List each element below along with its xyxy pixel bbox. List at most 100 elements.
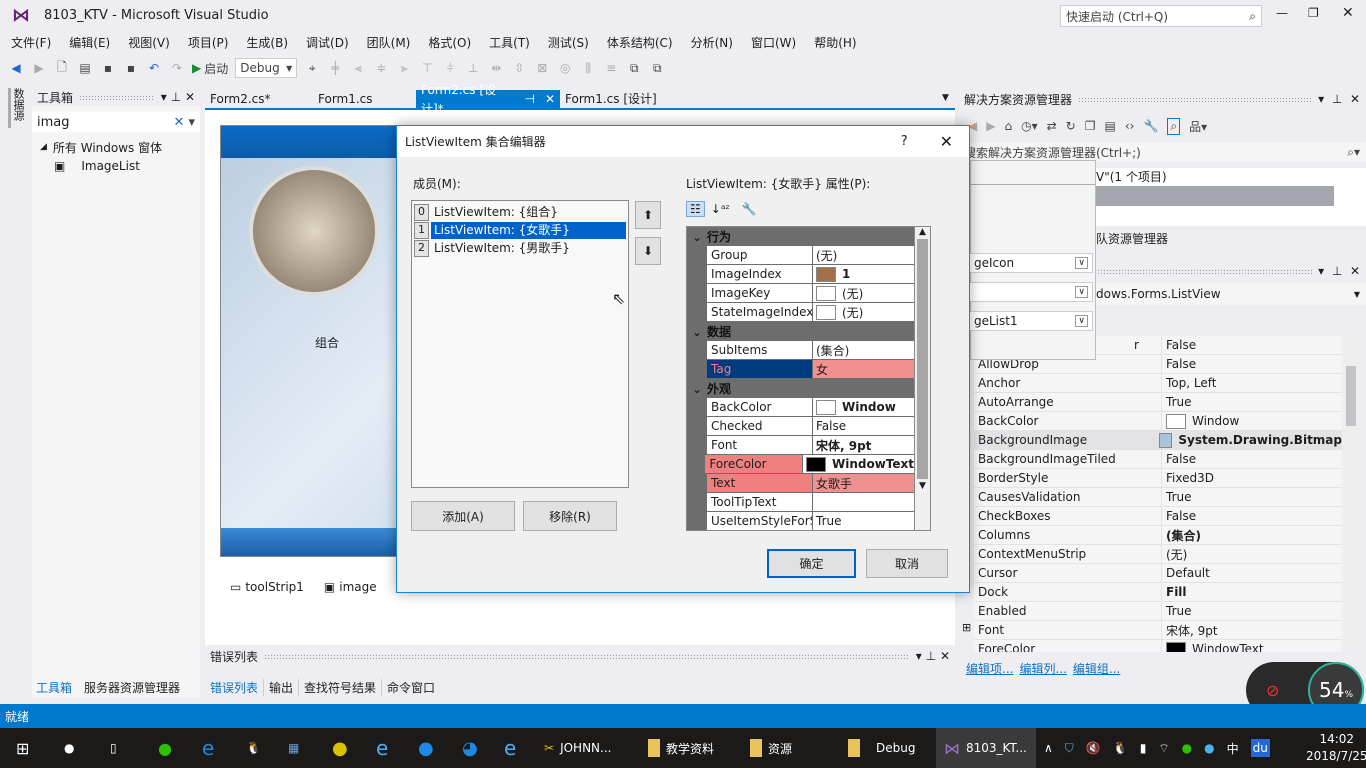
ime-indicator[interactable]: 中 [1227, 740, 1239, 757]
property-row[interactable]: Font 宋体, 9pt [974, 621, 1342, 640]
pin-icon[interactable]: ⊥ [1332, 264, 1342, 278]
dialog-property-row[interactable]: StateImageIndex (无) [687, 303, 914, 322]
property-scrollbar[interactable] [1344, 336, 1358, 652]
qq-app[interactable]: 🐧 [246, 728, 261, 768]
tab-server-explorer[interactable]: 服务器资源管理器 [84, 679, 180, 696]
wechat-tray-icon[interactable]: ● [1182, 741, 1192, 755]
dialog-close-button[interactable]: ✕ [940, 132, 953, 151]
battery-icon[interactable]: ▮ [1140, 741, 1147, 755]
toolbox-group[interactable]: ◢ 所有 Windows 窗体 [32, 138, 200, 156]
menu-test[interactable]: 测试(S) [539, 34, 598, 51]
add-button[interactable]: 添加(A) [411, 501, 515, 531]
bring-front-icon[interactable]: ⧉ [626, 60, 642, 76]
edge-app[interactable]: e [202, 728, 214, 768]
tab-form1-cs[interactable]: Form1.cs [313, 90, 378, 109]
pin-icon[interactable]: ⊥ [926, 649, 936, 663]
pin-icon[interactable]: ⊣ [524, 90, 534, 109]
app-8[interactable]: ● [418, 728, 434, 768]
property-row[interactable]: Dock Fill [974, 583, 1342, 602]
alphabetical-icon[interactable]: ↓ᵃᶻ [711, 202, 730, 216]
pin-icon[interactable]: ⊥ [171, 90, 181, 104]
dialog-property-row[interactable]: Tag 女 [687, 360, 914, 379]
align-center-icon[interactable]: ≑ [373, 60, 389, 76]
taskbar-item-vs[interactable]: ⋈ 8103_KT... [936, 728, 1036, 768]
property-value-cell[interactable]: Fill [1162, 585, 1187, 599]
dialog-property-row[interactable]: UseItemStyleForSubItemsTrue [687, 512, 914, 530]
property-value-cell[interactable]: Default [1162, 566, 1210, 580]
ie-app-2[interactable]: e [504, 728, 516, 768]
tray-imagelist[interactable]: ▣ image [324, 580, 377, 594]
app-9[interactable]: ◕ [462, 728, 478, 768]
start-button[interactable]: ▶ 启动 [192, 60, 228, 77]
dialog-property-row[interactable]: ToolTipText [687, 493, 914, 512]
category-header[interactable]: ⌄ 外观 [687, 379, 914, 398]
close-icon[interactable]: ✕ [185, 90, 195, 104]
size-grid-icon[interactable]: ◎ [557, 60, 573, 76]
start-button[interactable]: ⊞ [16, 728, 29, 768]
property-value-cell[interactable]: WindowText [1162, 641, 1264, 652]
undo-icon[interactable]: ↶ [146, 60, 162, 76]
menu-tools[interactable]: 工具(T) [480, 34, 539, 51]
menu-help[interactable]: 帮助(H) [805, 34, 865, 51]
close-tab-icon[interactable]: ✕ [545, 90, 555, 109]
toolbox-search-input[interactable]: imag ✕ ▾ [32, 112, 200, 132]
font-expand-icon[interactable]: ⊞ [962, 621, 971, 634]
collapse-icon[interactable]: ❐ [1085, 119, 1096, 133]
move-down-button[interactable]: ⬇ [635, 237, 661, 265]
save-all-icon[interactable]: ▪ [123, 60, 139, 76]
same-width-icon[interactable]: ⇹ [488, 60, 504, 76]
taskbar-item-debug[interactable]: Debug [848, 728, 915, 768]
align-left-icon[interactable]: ⫷ [350, 60, 366, 76]
clock[interactable]: 14:02 2018/7/25 [1306, 731, 1366, 765]
solution-search-input[interactable]: 搜索解决方案资源管理器(Ctrl+;) ⌕▾ [958, 142, 1366, 162]
tab-form2-design[interactable]: Form2.cs [设计]* ⊣ ✕ [416, 83, 560, 116]
member-item[interactable]: 0 ListViewItem: {组合} [414, 203, 626, 221]
property-value-cell[interactable]: 女 [813, 360, 914, 378]
tab-overflow-icon[interactable]: ▼ [942, 93, 949, 103]
property-value-cell[interactable]: False [813, 417, 914, 435]
property-value-cell[interactable]: True [1162, 604, 1192, 618]
property-row[interactable]: Anchor Top, Left [974, 374, 1342, 393]
property-value-cell[interactable]: Fixed3D [1162, 471, 1214, 485]
sync-icon[interactable]: ⇄ [1047, 119, 1057, 133]
property-value-cell[interactable]: True [1162, 490, 1192, 504]
property-value-cell[interactable]: True [1162, 395, 1192, 409]
menu-file[interactable]: 文件(F) [0, 34, 60, 51]
property-row[interactable]: BorderStyle Fixed3D [974, 469, 1342, 488]
cancel-button[interactable]: 取消 [866, 549, 948, 578]
tray-toolstrip1[interactable]: ▭ toolStrip1 [230, 580, 304, 594]
new-project-icon[interactable]: 🗋 [54, 60, 70, 76]
property-value-cell[interactable]: Window [1162, 413, 1239, 429]
remove-button[interactable]: 移除(R) [523, 501, 617, 531]
wechat-app[interactable]: ● [158, 728, 172, 768]
data-sources-tab[interactable]: 数据源 [8, 88, 26, 128]
open-icon[interactable]: ▤ [77, 60, 93, 76]
property-value-cell[interactable]: (无) [813, 284, 914, 302]
category-header[interactable]: ⌄ 数据 [687, 322, 914, 341]
menu-project[interactable]: 项目(P) [179, 34, 238, 51]
same-height-icon[interactable]: ⇳ [511, 60, 527, 76]
class-diagram-icon[interactable]: 品▾ [1189, 118, 1207, 135]
taskbar-item-johnn[interactable]: ✂ JOHNN... [544, 728, 611, 768]
grid-icon[interactable]: ╪ [327, 60, 343, 76]
close-icon[interactable]: ✕ [940, 649, 950, 663]
preview-icon[interactable]: ⌕ [1167, 117, 1181, 135]
ie-app[interactable]: e [376, 728, 388, 768]
property-row[interactable]: BackColor Window [974, 412, 1342, 431]
tab-form1-design[interactable]: Form1.cs [设计] [560, 90, 662, 109]
vspace-icon[interactable]: ≡ [603, 60, 619, 76]
property-value-cell[interactable]: System.Drawing.Bitmap [1155, 432, 1342, 448]
edit-groups-link[interactable]: 编辑组... [1073, 660, 1120, 677]
align-bottom-icon[interactable]: ⊥ [465, 60, 481, 76]
dialog-property-row[interactable]: ImageIndex 1 [687, 265, 914, 284]
same-size-icon[interactable]: ⊠ [534, 60, 550, 76]
menu-analyze[interactable]: 分析(N) [682, 34, 742, 51]
dropdown-icon[interactable]: ▾ [916, 649, 922, 663]
taskbar-item-teaching[interactable]: 教学资料 [648, 728, 714, 768]
property-value-cell[interactable]: 宋体, 9pt [813, 436, 914, 454]
property-value-cell[interactable]: Top, Left [1162, 376, 1216, 390]
property-value-cell[interactable] [813, 493, 914, 511]
property-row[interactable]: BackgroundImageTiled False [974, 450, 1342, 469]
toolbox-item-imagelist[interactable]: ▣ ImageList [32, 156, 200, 176]
dropdown-icon[interactable]: ▾ [1318, 92, 1324, 106]
